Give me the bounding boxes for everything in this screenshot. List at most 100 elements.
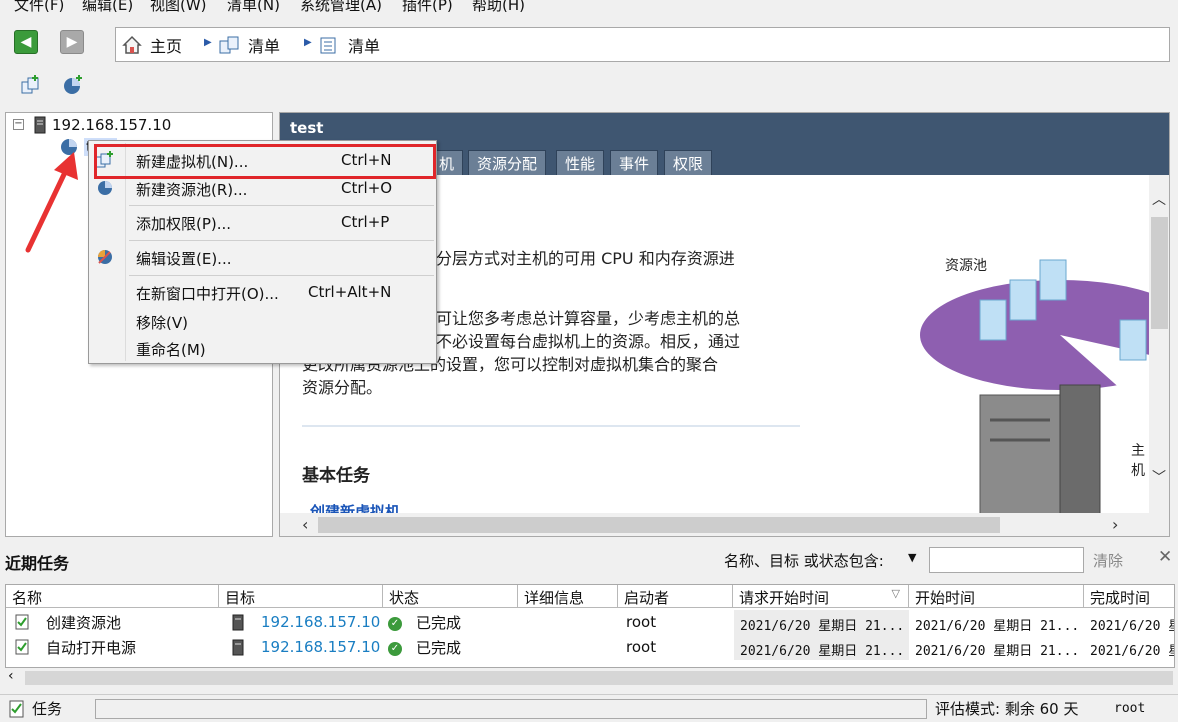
menu-separator <box>129 205 434 206</box>
tab-events[interactable]: 事件 <box>610 150 659 175</box>
menu-separator <box>129 275 434 276</box>
recent-tasks-header: 近期任务 名称、目标 或状态包含: ▼ 清除 ✕ <box>0 542 1178 578</box>
column-header-status[interactable]: 状态 <box>383 585 518 608</box>
description-line-1: 分层方式对主机的可用 CPU 和内存资源进 <box>436 249 735 268</box>
menu-item-label: 添加权限(P)... <box>136 215 232 233</box>
menu-file[interactable]: 文件(F) <box>14 0 64 15</box>
task-name: 自动打开电源 <box>46 639 137 657</box>
server-icon <box>34 116 46 134</box>
breadcrumb-home[interactable]: 主页 <box>122 33 182 57</box>
menu-help[interactable]: 帮助(H) <box>472 0 525 15</box>
back-button[interactable]: ◀ <box>14 30 38 54</box>
tab-resource-allocation[interactable]: 资源分配 <box>468 150 547 175</box>
new-vm-toolbar-icon[interactable] <box>20 74 42 96</box>
menu-inventory[interactable]: 清单(N) <box>227 0 280 15</box>
breadcrumb-item-label: 清单 <box>248 37 281 56</box>
menu-edit[interactable]: 编辑(E) <box>82 0 133 15</box>
close-icon[interactable]: ✕ <box>1158 547 1172 567</box>
home-icon <box>122 35 142 54</box>
content-vertical-scrollbar[interactable]: ︿ ﹀ <box>1149 175 1169 513</box>
task-status-label: 已完成 <box>416 614 462 632</box>
chevron-left-icon[interactable]: ‹ <box>8 668 14 684</box>
description-line-5: 资源分配。 <box>302 378 383 397</box>
menu-item-edit-settings[interactable]: 编辑设置(E)... <box>89 245 436 269</box>
breadcrumb-item-inventory-2[interactable]: 清单 <box>318 33 380 57</box>
column-header-requested-start[interactable]: 请求开始时间 ▽ <box>733 585 909 608</box>
breadcrumb-item-inventory-1[interactable]: 清单 <box>218 33 280 57</box>
menu-item-label: 在新窗口中打开(O)... <box>136 285 279 303</box>
inventory-icon <box>219 36 239 54</box>
breadcrumb-separator-icon: ▶ <box>304 37 312 48</box>
check-circle-icon: ✓ <box>388 641 402 656</box>
tab-permissions[interactable]: 权限 <box>664 150 713 175</box>
sort-descending-icon: ▽ <box>891 587 900 600</box>
table-row[interactable]: 自动打开电源 192.168.157.10 ✓ 已完成 root 2021/6/2… <box>6 635 1174 660</box>
collapse-toggle-icon[interactable]: − <box>13 119 24 130</box>
column-header-complete[interactable]: 完成时间 <box>1084 585 1174 608</box>
scroll-thumb[interactable] <box>1151 217 1168 329</box>
task-complete-time: 2021/6/20 星 <box>1090 644 1174 659</box>
current-user: root <box>1114 701 1146 716</box>
menu-item-shortcut: Ctrl+O <box>341 179 393 197</box>
task-start-time: 2021/6/20 星期日 21... <box>915 619 1080 634</box>
filter-dropdown-icon[interactable]: ▼ <box>908 551 916 564</box>
tree-host-node[interactable]: 192.168.157.10 <box>34 116 171 134</box>
task-status: ✓ 已完成 <box>388 612 461 633</box>
clear-button[interactable]: 清除 <box>1093 550 1123 571</box>
tasks-toggle-button[interactable]: 任务 <box>8 698 62 719</box>
task-target-link[interactable]: 192.168.157.10 <box>261 638 380 656</box>
breadcrumb-home-label: 主页 <box>150 37 183 56</box>
breadcrumb-item-label: 清单 <box>348 37 381 56</box>
basic-tasks-heading: 基本任务 <box>302 466 370 486</box>
tasks-horizontal-scrollbar[interactable]: ‹ <box>5 668 1175 687</box>
table-row[interactable]: 创建资源池 192.168.157.10 ✓ 已完成 root 2021/6/20… <box>6 610 1174 635</box>
column-header-initiator[interactable]: 启动者 <box>618 585 733 608</box>
task-target-link[interactable]: 192.168.157.10 <box>261 613 380 631</box>
new-resource-pool-toolbar-icon[interactable] <box>62 74 84 96</box>
column-header-name[interactable]: 名称 <box>6 585 219 608</box>
arrow-right-icon: ▶ <box>66 34 78 50</box>
task-complete-time: 2021/6/20 星 <box>1090 619 1174 634</box>
chevron-up-icon[interactable]: ︿ <box>1152 189 1166 209</box>
task-icon <box>15 639 29 655</box>
chevron-down-icon[interactable]: ﹀ <box>1152 467 1166 487</box>
task-requested-time: 2021/6/20 星期日 21... <box>734 610 909 635</box>
menu-item-rename[interactable]: 重命名(M) <box>89 336 436 360</box>
resource-pool-icon <box>98 181 112 195</box>
menu-item-label: 重命名(M) <box>136 341 206 359</box>
check-circle-icon: ✓ <box>388 616 402 631</box>
menu-item-open-new-window[interactable]: 在新窗口中打开(O)... Ctrl+Alt+N <box>89 280 436 304</box>
menu-item-new-resource-pool[interactable]: 新建资源池(R)... Ctrl+O <box>89 176 436 200</box>
server-icon <box>232 614 244 631</box>
tab-performance[interactable]: 性能 <box>556 150 605 175</box>
menu-item-add-permission[interactable]: 添加权限(P)... Ctrl+P <box>89 210 436 234</box>
menu-item-shortcut: Ctrl+Alt+N <box>308 283 392 301</box>
evaluation-mode-text: 评估模式: 剩余 60 天 <box>935 700 1079 718</box>
tasks-label: 任务 <box>32 700 63 718</box>
chevron-right-icon[interactable]: › <box>1112 515 1118 534</box>
column-header-details[interactable]: 详细信息 <box>518 585 618 608</box>
column-header-target[interactable]: 目标 <box>219 585 383 608</box>
menu-admin[interactable]: 系统管理(A) <box>300 0 382 15</box>
column-header-start[interactable]: 开始时间 <box>909 585 1084 608</box>
recent-tasks-table: 名称 目标 状态 详细信息 启动者 请求开始时间 ▽ 开始时间 完成时间 创建资… <box>5 584 1175 668</box>
filter-input[interactable] <box>929 547 1084 573</box>
scroll-thumb[interactable] <box>25 671 1173 685</box>
task-start-time: 2021/6/20 星期日 21... <box>915 644 1080 659</box>
menu-item-label: 新建资源池(R)... <box>136 181 248 199</box>
content-title: test <box>290 119 324 137</box>
content-horizontal-scrollbar[interactable]: ‹ › <box>280 513 1169 536</box>
column-header-label: 请求开始时间 <box>739 589 830 607</box>
scroll-thumb[interactable] <box>318 517 1000 533</box>
menu-item-remove[interactable]: 移除(V) <box>89 309 436 333</box>
menu-item-label: 编辑设置(E)... <box>136 250 232 268</box>
edit-settings-icon <box>98 250 112 264</box>
description-line-3: 不必设置每台虚拟机上的资源。相反，通过 <box>436 332 741 351</box>
menu-plugins[interactable]: 插件(P) <box>402 0 453 15</box>
task-initiator: root <box>626 638 657 656</box>
chevron-left-icon[interactable]: ‹ <box>302 515 308 534</box>
tasks-icon <box>9 700 24 717</box>
menu-view[interactable]: 视图(W) <box>150 0 207 15</box>
filter-label: 名称、目标 或状态包含: <box>724 552 884 570</box>
forward-button[interactable]: ▶ <box>60 30 84 54</box>
